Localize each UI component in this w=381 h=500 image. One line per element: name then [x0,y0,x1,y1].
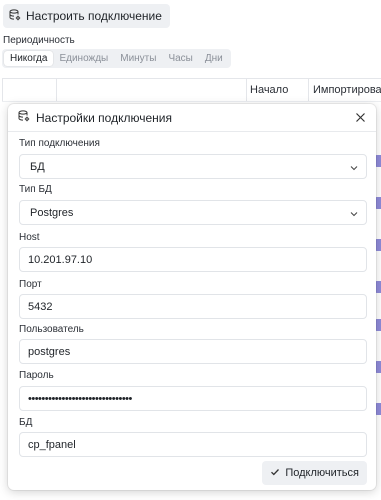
schedule-option-hours[interactable]: Часы [162,51,198,66]
connect-button[interactable]: Подключиться [262,461,367,485]
user-value: postgres [28,345,71,358]
password-input[interactable]: ••••••••••••••••••••••••••••••• [19,386,367,411]
chevron-down-icon [350,163,358,171]
db-name-label: БД [19,417,33,428]
db-name-input[interactable]: cp_fpanel [19,432,367,457]
schedule-option-minutes[interactable]: Минуты [114,51,162,66]
db-type-label: Тип БД [19,184,52,195]
connection-settings-dialog: Настройки подключения Тип подключения БД… [8,104,376,490]
db-type-value: Postgres [30,206,74,219]
port-label: Порт [19,279,42,290]
db-name-value: cp_fpanel [28,438,76,451]
host-label: Host [19,232,40,243]
column-header-start[interactable]: Начало [250,79,288,101]
schedule-segmented-control: Никогда Единожды Минуты Часы Дни [2,49,231,68]
db-type-select[interactable]: Postgres [19,200,367,225]
connection-type-select[interactable]: БД [19,154,367,179]
user-label: Пользователь [19,324,84,335]
dialog-title: Настройки подключения [36,110,172,125]
connect-label: Подключиться [285,467,359,479]
database-settings-icon [18,110,30,125]
connection-type-value: БД [30,160,45,173]
schedule-option-days[interactable]: Дни [199,51,229,66]
configure-connection-label: Настроить подключение [26,9,162,23]
port-value: 5432 [28,300,53,313]
schedule-option-never[interactable]: Никогда [4,51,54,66]
check-icon [270,467,280,480]
row-divider [2,101,381,102]
host-input[interactable]: 10.201.97.10 [19,247,367,272]
connection-type-label: Тип подключения [19,138,100,149]
schedule-label: Периодичность [3,35,75,46]
chevron-down-icon [350,209,358,217]
column-divider [2,79,3,101]
password-value: ••••••••••••••••••••••••••••••• [28,392,132,405]
user-input[interactable]: postgres [19,339,367,364]
close-icon[interactable] [355,112,366,123]
column-divider [56,79,57,101]
port-input[interactable]: 5432 [19,294,367,319]
column-divider [308,79,309,101]
host-value: 10.201.97.10 [28,253,93,266]
dialog-header: Настройки подключения [8,104,376,132]
column-header-imported[interactable]: Импортирован [313,79,381,101]
database-settings-icon [9,8,21,24]
column-divider [246,79,247,101]
schedule-option-once[interactable]: Единожды [53,51,114,66]
password-label: Пароль [19,370,54,381]
configure-connection-button[interactable]: Настроить подключение [3,4,170,28]
